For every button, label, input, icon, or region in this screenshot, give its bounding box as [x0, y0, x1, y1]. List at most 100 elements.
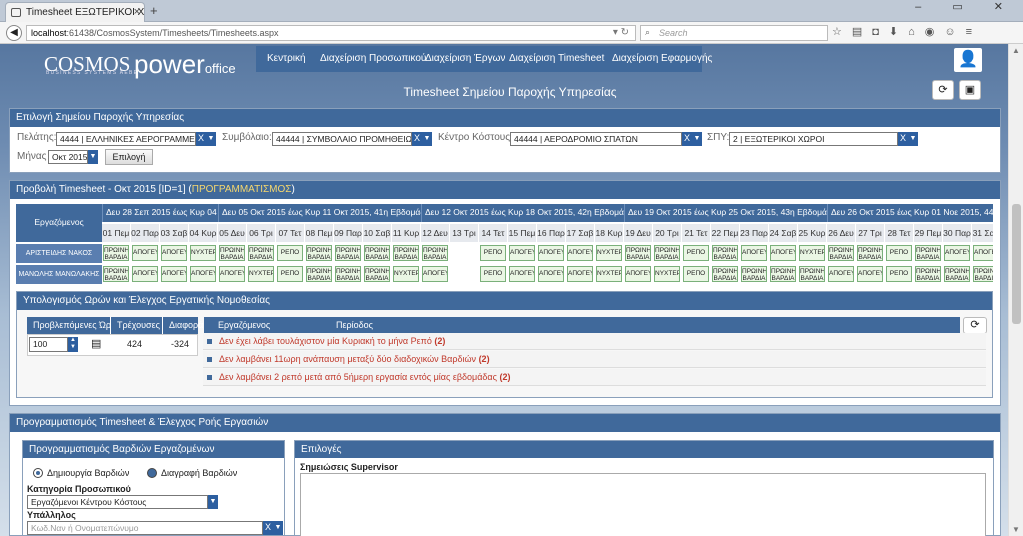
shift-cell[interactable]: ΑΠΟΓΕΥ: [741, 245, 767, 261]
reload-icon[interactable]: ▾ ↻: [613, 27, 629, 38]
violation-row[interactable]: Δεν έχει λάβει τουλάχιστον μία Κυριακή τ…: [203, 333, 986, 350]
shift-cell[interactable]: ΝΥΧΤΕΡΙ: [248, 266, 274, 282]
shift-cell[interactable]: ΡΕΠΟ: [683, 245, 709, 261]
shift-cell[interactable]: ΑΠΟΓΕΥ: [190, 266, 216, 282]
costcenter-select[interactable]: 44444 | ΑΕΡΟΔΡΟΜΙΟ ΣΠΑΤΩΝ: [510, 132, 682, 146]
scroll-thumb[interactable]: [1012, 204, 1021, 324]
shift-cell[interactable]: ΑΠΟΓΕΥ: [161, 245, 187, 261]
scroll-down-icon[interactable]: ▼: [1012, 525, 1020, 534]
shift-cell[interactable]: ΠΡΩΙΝΗ ΒΑΡΔΙΑ: [335, 245, 361, 261]
save-icon[interactable]: ▣: [959, 80, 981, 100]
browser-tab[interactable]: Timesheet ΕΞΩΤΕΡΙΚΟΙ ΧΩ... ×: [5, 2, 145, 22]
chevron-down-icon[interactable]: ▼: [692, 132, 702, 146]
chevron-down-icon[interactable]: ▼: [206, 132, 216, 146]
shift-cell[interactable]: ΑΠΟΓΕΥ: [538, 266, 564, 282]
shift-cell[interactable]: ΡΕΠΟ: [886, 266, 912, 282]
shift-cell[interactable]: ΠΡΩΙΝΗ ΒΑΡΔΙΑ: [625, 245, 651, 261]
shift-cell[interactable]: ΝΥΧΤΕΡΙ: [393, 266, 419, 282]
shift-cell[interactable]: ΡΕΠΟ: [277, 245, 303, 261]
shift-cell[interactable]: ΠΡΩΙΝΗ ΒΑΡΔΙΑ: [654, 245, 680, 261]
employee-clear-button[interactable]: X: [263, 521, 273, 535]
menu-item-projects[interactable]: Διαχείριση Έργων: [425, 53, 505, 64]
create-shifts-radio[interactable]: [33, 468, 43, 478]
shift-cell[interactable]: ΑΠΟΓΕΥ: [567, 245, 593, 261]
shift-cell[interactable]: ΠΡΩΙΝΗ ΒΑΡΔΙΑ: [915, 245, 941, 261]
shift-cell[interactable]: ΠΡΩΙΝΗ ΒΑΡΔΙΑ: [422, 245, 448, 261]
shift-cell[interactable]: ΑΠΟΓΕΥ: [219, 266, 245, 282]
shift-cell[interactable]: ΠΡΩΙΝΗ ΒΑΡΔΙΑ: [915, 266, 941, 282]
chevron-down-icon[interactable]: ▼: [88, 150, 98, 164]
shift-cell[interactable]: ΑΠΟΓΕΥ: [567, 266, 593, 282]
shift-cell[interactable]: ΠΡΩΙΝΗ ΒΑΡΔΙΑ: [393, 245, 419, 261]
shift-cell[interactable]: ΠΡΩΙΝΗ ΒΑΡΔΙΑ: [712, 266, 738, 282]
menu-item-app-admin[interactable]: Διαχείριση Εφαρμογής: [612, 53, 712, 64]
expand-icon[interactable]: [207, 357, 212, 362]
expand-icon[interactable]: [207, 339, 212, 344]
contract-select[interactable]: 44444 | ΣΥΜΒΟΛΑΙΟ ΠΡΟΜΗΘΕΙΩΝ: [272, 132, 412, 146]
chevron-down-icon[interactable]: ▼: [208, 495, 218, 509]
shift-cell[interactable]: ΝΥΧΤΕΡΙ: [654, 266, 680, 282]
shift-cell[interactable]: ΠΡΩΙΝΗ ΒΑΡΔΙΑ: [712, 245, 738, 261]
shift-cell[interactable]: ΑΠΟΓΕΥ: [857, 266, 883, 282]
chevron-down-icon[interactable]: ▼: [273, 521, 283, 535]
shift-cell[interactable]: ΑΠΟΓΕΥ: [973, 245, 993, 261]
chevron-down-icon[interactable]: ▼: [422, 132, 432, 146]
spy-clear-button[interactable]: X: [898, 132, 908, 146]
shift-cell[interactable]: ΑΠΟΓΕΥ: [538, 245, 564, 261]
page-scrollbar[interactable]: ▲ ▼: [1008, 44, 1023, 536]
user-icon[interactable]: 👤: [954, 48, 982, 72]
menu-item-timesheet[interactable]: Διαχείριση Timesheet: [509, 53, 604, 64]
shift-cell[interactable]: ΝΥΧΤΕΡΙ: [190, 245, 216, 261]
window-controls[interactable]: – ▭ ✕: [915, 0, 1023, 16]
violations-refresh-icon[interactable]: ⟳: [963, 317, 987, 334]
new-tab-button[interactable]: +: [150, 3, 158, 18]
shift-cell[interactable]: ΡΕΠΟ: [480, 266, 506, 282]
shift-cell[interactable]: ΠΡΩΙΝΗ ΒΑΡΔΙΑ: [103, 266, 129, 282]
shift-cell[interactable]: ΠΡΩΙΝΗ ΒΑΡΔΙΑ: [973, 266, 993, 282]
supervisor-notes-textarea[interactable]: [300, 473, 986, 536]
client-select[interactable]: 4444 | ΕΛΛΗΝΙΚΕΣ ΑΕΡΟΓΡΑΜΜΕΣ: [56, 132, 196, 146]
shift-cell[interactable]: ΑΠΟΓΕΥ: [828, 266, 854, 282]
contract-clear-button[interactable]: X: [412, 132, 422, 146]
shift-cell[interactable]: ΠΡΩΙΝΗ ΒΑΡΔΙΑ: [770, 266, 796, 282]
shift-cell[interactable]: ΠΡΩΙΝΗ ΒΑΡΔΙΑ: [364, 266, 390, 282]
shift-cell[interactable]: ΑΠΟΓΕΥ: [509, 266, 535, 282]
shift-cell[interactable]: ΠΡΩΙΝΗ ΒΑΡΔΙΑ: [306, 245, 332, 261]
shift-cell[interactable]: ΝΥΧΤΕΡΙ: [596, 266, 622, 282]
shift-cell[interactable]: ΡΕΠΟ: [277, 266, 303, 282]
costcenter-clear-button[interactable]: X: [682, 132, 692, 146]
shift-cell[interactable]: ΠΡΩΙΝΗ ΒΑΡΔΙΑ: [741, 266, 767, 282]
shift-cell[interactable]: ΠΡΩΙΝΗ ΒΑΡΔΙΑ: [335, 266, 361, 282]
shift-cell[interactable]: ΝΥΧΤΕΡΙ: [596, 245, 622, 261]
url-bar[interactable]: localhost:61438/CosmosSystem/Timesheets/…: [26, 25, 636, 41]
shift-cell[interactable]: ΡΕΠΟ: [886, 245, 912, 261]
shift-cell[interactable]: ΑΠΟΓΕΥ: [161, 266, 187, 282]
category-select[interactable]: Εργαζόμενοι Κέντρου Κόστους: [27, 495, 208, 509]
shift-cell[interactable]: ΡΕΠΟ: [683, 266, 709, 282]
violation-row[interactable]: Δεν λαμβάνει 11ωρη ανάπαυση μεταξύ δύο δ…: [203, 351, 986, 368]
refresh-icon[interactable]: ⟳: [932, 80, 954, 100]
shift-cell[interactable]: ΑΠΟΓΕΥ: [625, 266, 651, 282]
shift-cell[interactable]: ΑΠΟΓΕΥ: [509, 245, 535, 261]
expand-icon[interactable]: [207, 375, 212, 380]
menu-item-home[interactable]: Κεντρική: [267, 53, 306, 64]
back-arrow-icon[interactable]: ◀: [6, 25, 22, 41]
shift-cell[interactable]: ΑΠΟΓΕΥ: [944, 245, 970, 261]
shift-cell[interactable]: ΠΡΩΙΝΗ ΒΑΡΔΙΑ: [248, 245, 274, 261]
employee-input[interactable]: Κωδ.Ναν ή Ονοματεπώνυμο: [27, 521, 263, 535]
shift-cell[interactable]: ΝΥΧΤΕΡΙ: [799, 245, 825, 261]
shift-cell[interactable]: ΑΠΟΓΕΥ: [422, 266, 448, 282]
calendar-icon[interactable]: ▤: [91, 337, 101, 350]
menu-item-personnel[interactable]: Διαχείριση Προσωπικού: [320, 53, 426, 64]
browser-toolbar-icons[interactable]: ☆▤◘⬇⌂◉☺≡: [832, 25, 982, 41]
select-button[interactable]: Επιλογή: [105, 149, 153, 165]
shift-cell[interactable]: ΠΡΩΙΝΗ ΒΑΡΔΙΑ: [799, 266, 825, 282]
shift-cell[interactable]: ΠΡΩΙΝΗ ΒΑΡΔΙΑ: [103, 245, 129, 261]
shift-cell[interactable]: ΑΠΟΓΕΥ: [132, 266, 158, 282]
scroll-up-icon[interactable]: ▲: [1012, 46, 1020, 55]
shift-cell[interactable]: ΠΡΩΙΝΗ ΒΑΡΔΙΑ: [219, 245, 245, 261]
shift-cell[interactable]: ΠΡΩΙΝΗ ΒΑΡΔΙΑ: [944, 266, 970, 282]
close-tab-icon[interactable]: ×: [134, 6, 140, 18]
shift-cell[interactable]: ΡΕΠΟ: [480, 245, 506, 261]
expected-hours-stepper[interactable]: ▲ ▼: [68, 337, 78, 352]
